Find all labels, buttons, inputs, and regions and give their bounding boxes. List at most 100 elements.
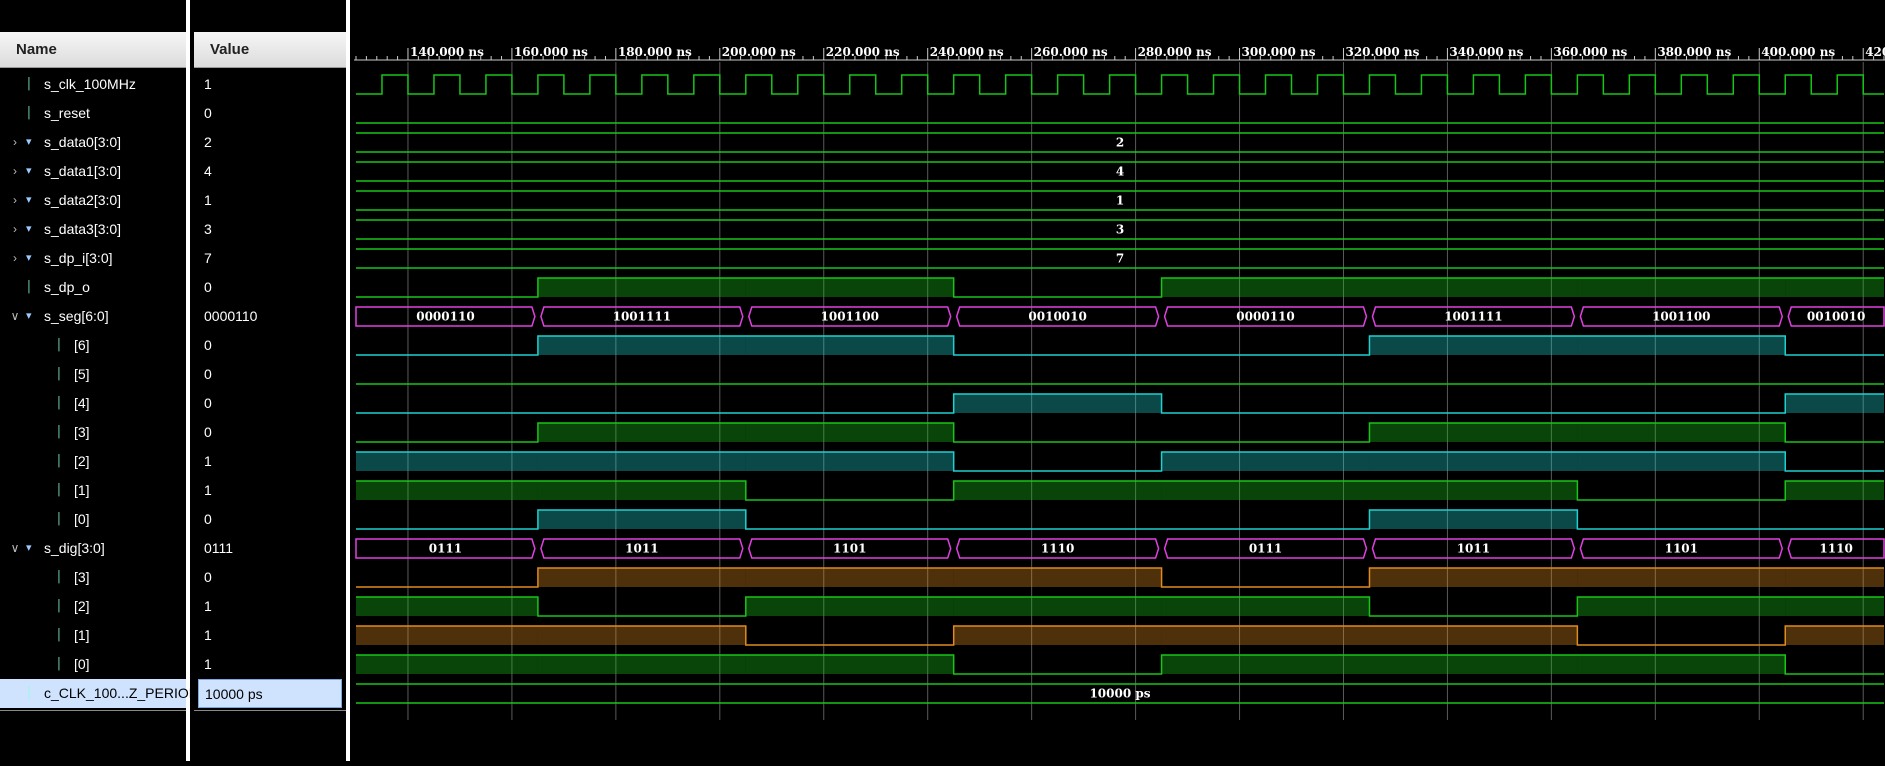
ruler-tick-label: 420.000 ns (1865, 45, 1885, 59)
bus-signal-icon: ▾ (26, 252, 32, 264)
ruler-tick-label: 160.000 ns (514, 45, 588, 59)
signal-value: 0000110 (204, 308, 258, 324)
high-level-fill (1369, 278, 1578, 297)
signal-row[interactable]: ∨ ▾ s_seg[6:0] (0, 302, 186, 331)
signal-value: 1 (204, 656, 212, 672)
waveform-viewer[interactable]: 140.000 ns 160.000 ns 180.000 ns 200.000 ns… (354, 0, 1885, 761)
signal-value: 3 (204, 221, 212, 237)
signal-name: s_dig[3:0] (44, 540, 105, 556)
ruler-tick-label: 280.000 ns (1138, 45, 1212, 59)
bus-segment-label: 1011 (625, 542, 658, 556)
bus-value-label: 10000 ps (1089, 687, 1150, 701)
bit-signal-icon: │ (56, 658, 63, 670)
signal-row[interactable]: › ▾ s_data1[3:0] (0, 157, 186, 186)
bit-signal-icon: │ (56, 629, 63, 641)
signal-value: 4 (204, 163, 212, 179)
chevron-down-icon[interactable]: ∨ (8, 302, 22, 331)
value-column-header[interactable]: Value (194, 32, 346, 68)
signal-value: 1 (204, 453, 212, 469)
signal-row[interactable]: › ▾ s_dp_i[3:0] (0, 244, 186, 273)
waveform-canvas[interactable]: 140.000 ns 160.000 ns 180.000 ns 200.000 ns… (354, 0, 1885, 761)
bit-signal-icon: │ (56, 426, 63, 438)
signal-name: [1] (74, 482, 90, 498)
chevron-right-icon[interactable]: › (8, 157, 22, 186)
ruler-tick-label: 180.000 ns (618, 45, 692, 59)
signal-row[interactable]: │ s_reset (0, 99, 186, 128)
signal-row[interactable]: │ [1] (0, 476, 186, 505)
signal-row[interactable]: │ s_clk_100MHz (0, 70, 186, 99)
high-level-fill (745, 452, 954, 471)
bit-signal-icon: │ (56, 484, 63, 496)
signal-row[interactable]: › ▾ s_data2[3:0] (0, 186, 186, 215)
signal-row[interactable]: › ▾ s_data3[3:0] (0, 215, 186, 244)
signal-row[interactable]: ∨ ▾ s_dig[3:0] (0, 534, 186, 563)
signal-row[interactable]: │ [3] (0, 563, 186, 592)
signal-row[interactable]: │ [2] (0, 592, 186, 621)
signal-row[interactable]: │ [6] (0, 331, 186, 360)
bit-signal-icon: │ (26, 687, 33, 699)
bus-segment-label: 0000110 (416, 310, 474, 324)
high-level-fill (537, 655, 746, 674)
bus-segment-label: 1001111 (1444, 310, 1502, 324)
signal-name: c_CLK_100...Z_PERIOD (44, 685, 199, 701)
bus-signal-icon: ▾ (26, 542, 32, 554)
signal-value: 0 (204, 424, 212, 440)
ruler-tick-label: 360.000 ns (1553, 45, 1627, 59)
bit-signal-icon: │ (56, 368, 63, 380)
high-level-fill (1369, 423, 1578, 442)
signal-row[interactable]: │ [4] (0, 389, 186, 418)
bit-signal-icon: │ (26, 281, 33, 293)
high-level-fill (1785, 597, 1884, 616)
bus-signal-icon: ▾ (26, 165, 32, 177)
high-level-fill (1369, 568, 1578, 587)
high-level-fill (537, 626, 746, 645)
high-level-fill (356, 452, 538, 471)
signal-row[interactable]: │ [5] (0, 360, 186, 389)
high-level-fill (953, 568, 1162, 587)
high-level-fill (356, 655, 538, 674)
bit-signal-icon: │ (56, 339, 63, 351)
signal-value: 7 (204, 250, 212, 266)
signal-row[interactable]: │ [0] (0, 650, 186, 679)
bus-segment-label: 0010010 (1807, 310, 1865, 324)
signal-row[interactable]: │ s_dp_o (0, 273, 186, 302)
high-level-fill (356, 626, 538, 645)
values-divider (194, 710, 346, 711)
signal-row[interactable]: │ [0] (0, 505, 186, 534)
bus-segment-label: 1110 (1041, 542, 1074, 556)
bit-signal-icon: │ (56, 455, 63, 467)
signal-name: [6] (74, 337, 90, 353)
signal-values-panel: Value 1 0 2 4 1 3 7 0 0000110 0 0 0 0 1 1 0 0111 0 1 1 1 1000… (194, 0, 350, 761)
high-level-fill (1577, 336, 1786, 355)
high-level-fill (745, 423, 954, 442)
signal-row[interactable]: │ c_CLK_100...Z_PERIOD (0, 679, 199, 708)
signal-row[interactable]: │ [3] (0, 418, 186, 447)
high-level-fill (1577, 568, 1786, 587)
high-level-fill (1577, 452, 1786, 471)
bus-segment-label: 1001100 (1652, 310, 1710, 324)
high-level-fill (537, 336, 746, 355)
signal-name: s_seg[6:0] (44, 308, 109, 324)
bus-segment-label: 1001100 (821, 310, 879, 324)
bus-signal-icon: ▾ (26, 136, 32, 148)
high-level-fill (745, 597, 954, 616)
signal-name: [2] (74, 598, 90, 614)
chevron-right-icon[interactable]: › (8, 244, 22, 273)
bus-segment-label: 1001111 (613, 310, 671, 324)
chevron-right-icon[interactable]: › (8, 186, 22, 215)
chevron-right-icon[interactable]: › (8, 215, 22, 244)
high-level-fill (1577, 423, 1786, 442)
ruler-tick-label: 340.000 ns (1449, 45, 1523, 59)
chevron-right-icon[interactable]: › (8, 128, 22, 157)
ruler-tick-label: 380.000 ns (1657, 45, 1731, 59)
signal-row[interactable]: │ [1] (0, 621, 186, 650)
high-level-fill (537, 278, 746, 297)
signal-value: 1 (204, 76, 212, 92)
signal-row[interactable]: › ▾ s_data0[3:0] (0, 128, 186, 157)
high-level-fill (1161, 452, 1370, 471)
name-column-header[interactable]: Name (0, 32, 186, 68)
signal-row[interactable]: │ [2] (0, 447, 186, 476)
chevron-down-icon[interactable]: ∨ (8, 534, 22, 563)
signal-value: 1 (204, 627, 212, 643)
bus-signal-icon: ▾ (26, 194, 32, 206)
